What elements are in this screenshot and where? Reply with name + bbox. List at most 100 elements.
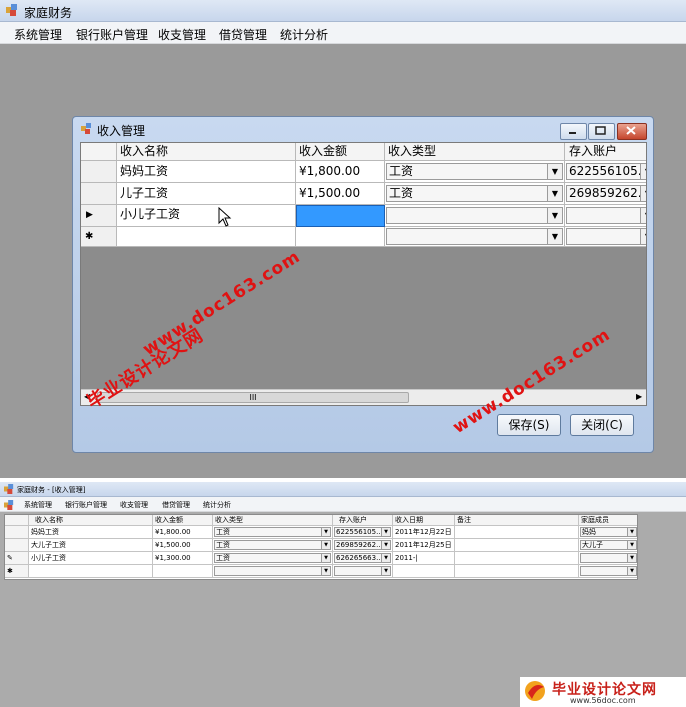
- type-combobox[interactable]: ▼: [214, 566, 331, 576]
- horizontal-scrollbar[interactable]: ◀ III ▶: [81, 389, 646, 405]
- type-combobox[interactable]: 工资 ▼: [214, 540, 331, 550]
- member-combobox[interactable]: ▼: [580, 566, 637, 576]
- cell-amount[interactable]: ¥1,500.00: [153, 539, 213, 552]
- cell-type[interactable]: 工资 ▼: [213, 539, 333, 552]
- member-combobox[interactable]: 大儿子 ▼: [580, 540, 637, 550]
- account-combobox[interactable]: 269859262...▼: [566, 185, 646, 202]
- chevron-down-icon[interactable]: ▼: [321, 528, 330, 536]
- cell-amount[interactable]: ¥1,800.00: [153, 526, 213, 539]
- menu-system[interactable]: 系统管理: [24, 500, 52, 510]
- cell-type[interactable]: ▼: [213, 565, 333, 578]
- chevron-down-icon[interactable]: ▼: [627, 528, 636, 536]
- cell-member[interactable]: 大儿子 ▼: [579, 539, 637, 552]
- row-header[interactable]: ✱: [5, 565, 29, 578]
- cell-name[interactable]: [117, 227, 296, 247]
- menu-loans[interactable]: 借贷管理: [162, 500, 190, 510]
- cell-name[interactable]: 儿子工资: [117, 183, 296, 205]
- cell-member[interactable]: 妈妈 ▼: [579, 526, 637, 539]
- save-button[interactable]: 保存(S): [497, 414, 561, 436]
- cell-amount[interactable]: ¥1,500.00: [296, 183, 385, 205]
- cell-name[interactable]: [29, 565, 153, 578]
- member-combobox[interactable]: 妈妈 ▼: [580, 527, 637, 537]
- chevron-down-icon[interactable]: ▼: [627, 567, 636, 575]
- menu-income-expense[interactable]: 收支管理: [158, 26, 206, 43]
- cell-name[interactable]: 妈妈工资: [117, 161, 296, 183]
- row-header[interactable]: ✎: [5, 552, 29, 565]
- chevron-down-icon[interactable]: ▼: [547, 208, 562, 223]
- maximize-button[interactable]: [588, 123, 615, 140]
- col-header-account[interactable]: 存入账户: [565, 143, 646, 161]
- cell-date[interactable]: 2011年12月25日: [393, 539, 455, 552]
- chevron-down-icon[interactable]: ▼: [640, 208, 646, 223]
- cell-note[interactable]: [455, 565, 579, 578]
- menu-statistics[interactable]: 统计分析: [203, 500, 231, 510]
- chevron-down-icon[interactable]: ▼: [640, 164, 646, 179]
- col-header-amount[interactable]: 收入金额: [153, 515, 213, 526]
- chevron-down-icon[interactable]: ▼: [547, 164, 562, 179]
- row-header[interactable]: [5, 526, 29, 539]
- cell-note[interactable]: [455, 552, 579, 565]
- row-header[interactable]: [81, 183, 117, 205]
- cell-amount[interactable]: ¥1,300.00: [153, 552, 213, 565]
- cell-name[interactable]: 小儿子工资: [29, 552, 153, 565]
- scroll-right-icon[interactable]: ▶: [636, 392, 642, 401]
- cell-member[interactable]: ▼: [579, 565, 637, 578]
- row-header[interactable]: [81, 161, 117, 183]
- chevron-down-icon[interactable]: ▼: [547, 186, 562, 201]
- col-header-member[interactable]: 家庭成员: [579, 515, 637, 526]
- member-combobox[interactable]: ▼: [580, 553, 637, 563]
- cell-account[interactable]: ▼: [333, 565, 393, 578]
- type-combobox[interactable]: 工资 ▼: [386, 185, 563, 202]
- chevron-down-icon[interactable]: ▼: [321, 541, 330, 549]
- minimize-button[interactable]: [560, 123, 587, 140]
- cell-note[interactable]: [455, 526, 579, 539]
- cell-name[interactable]: 大儿子工资: [29, 539, 153, 552]
- cell-amount[interactable]: [296, 227, 385, 247]
- cell-member[interactable]: ▼: [579, 552, 637, 565]
- type-combobox[interactable]: 工资 ▼: [214, 527, 331, 537]
- col-header-name[interactable]: 收入名称: [117, 143, 296, 161]
- current-row-indicator-icon[interactable]: ▶: [81, 205, 117, 227]
- account-combobox[interactable]: 269859262...▼: [334, 540, 391, 550]
- account-combobox[interactable]: 622556105...▼: [566, 163, 646, 180]
- col-header-date[interactable]: 收入日期: [393, 515, 455, 526]
- close-window-button[interactable]: [617, 123, 647, 140]
- row-header[interactable]: [5, 539, 29, 552]
- cell-account[interactable]: 626265663... ▼: [333, 552, 393, 565]
- chevron-down-icon[interactable]: ▼: [381, 541, 390, 549]
- cell-type[interactable]: 工资 ▼: [213, 526, 333, 539]
- account-combobox[interactable]: ▼: [566, 207, 646, 224]
- chevron-down-icon[interactable]: ▼: [381, 528, 390, 536]
- chevron-down-icon[interactable]: ▼: [627, 554, 636, 562]
- col-header-amount[interactable]: 收入金额: [296, 143, 385, 161]
- type-combobox[interactable]: ▼: [386, 228, 563, 245]
- chevron-down-icon[interactable]: ▼: [640, 186, 646, 201]
- chevron-down-icon[interactable]: ▼: [547, 229, 562, 244]
- menu-loans[interactable]: 借贷管理: [219, 26, 267, 43]
- cell-account[interactable]: 269859262... ▼: [333, 539, 393, 552]
- chevron-down-icon[interactable]: ▼: [321, 567, 330, 575]
- chevron-down-icon[interactable]: ▼: [640, 229, 646, 244]
- account-combobox[interactable]: 626265663... ▼: [334, 553, 391, 563]
- cell-type[interactable]: 工资 ▼: [213, 552, 333, 565]
- chevron-down-icon[interactable]: ▼: [381, 554, 390, 562]
- income-grid-full[interactable]: 收入名称 收入金额 收入类型 存入账户 收入日期 备注 家庭成员 妈妈工资 ¥1,…: [4, 514, 638, 580]
- cell-account[interactable]: 622556105... ▼: [333, 526, 393, 539]
- new-row-icon[interactable]: ✱: [81, 227, 117, 247]
- cell-date[interactable]: 2011年12月22日: [393, 526, 455, 539]
- chevron-down-icon[interactable]: ▼: [381, 567, 390, 575]
- account-combobox[interactable]: ▼: [334, 566, 391, 576]
- chevron-down-icon[interactable]: ▼: [321, 554, 330, 562]
- menu-statistics[interactable]: 统计分析: [280, 26, 328, 43]
- type-combobox[interactable]: ▼: [386, 207, 563, 224]
- col-header-account[interactable]: 存入账户: [333, 515, 393, 526]
- chevron-down-icon[interactable]: ▼: [627, 541, 636, 549]
- menu-system[interactable]: 系统管理: [14, 26, 62, 43]
- type-combobox[interactable]: 工资 ▼: [386, 163, 563, 180]
- close-button[interactable]: 关闭(C): [570, 414, 634, 436]
- menu-income-expense[interactable]: 收支管理: [120, 500, 148, 510]
- cell-amount[interactable]: ¥1,800.00: [296, 161, 385, 183]
- cell-amount-selected[interactable]: [296, 205, 385, 227]
- type-combobox[interactable]: 工资 ▼: [214, 553, 331, 563]
- col-header-note[interactable]: 备注: [455, 515, 579, 526]
